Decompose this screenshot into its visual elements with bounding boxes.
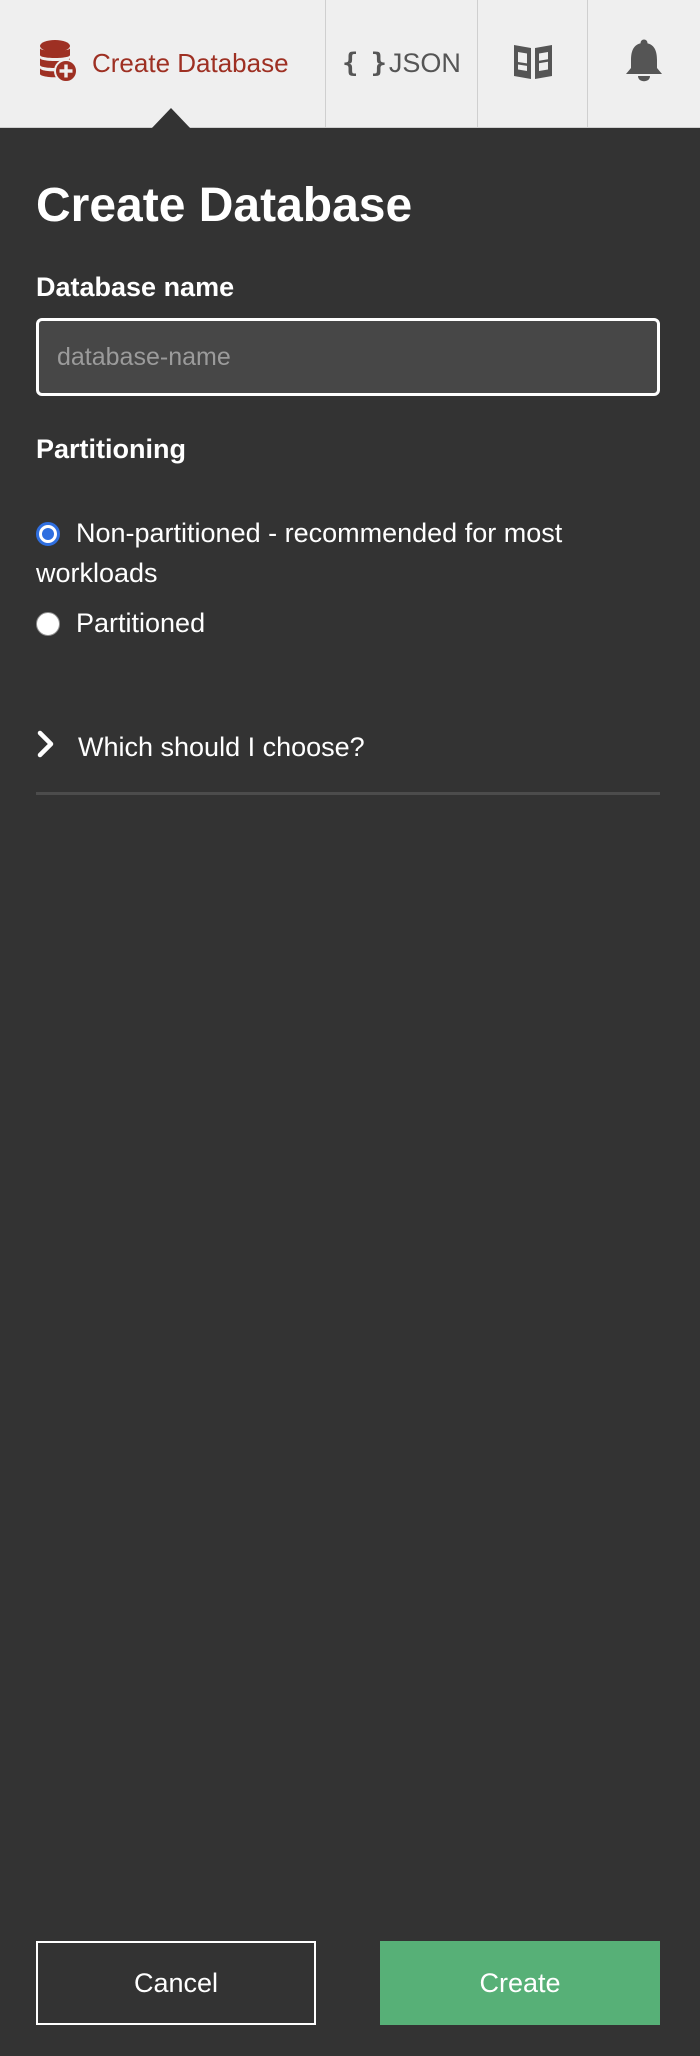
radio-button-selected[interactable]	[36, 522, 60, 546]
radio-option-partitioned[interactable]: Partitioned	[36, 603, 660, 643]
json-tab[interactable]: { } JSON	[325, 0, 477, 127]
braces-icon: { }	[342, 48, 387, 79]
chevron-right-icon	[36, 730, 56, 765]
open-book-icon	[512, 41, 554, 86]
radio-option-non-partitioned[interactable]: Non-partitioned - recommended for most w…	[36, 513, 660, 593]
json-tab-label: JSON	[388, 48, 461, 78]
radio-option-label: Non-partitioned - recommended for most w…	[36, 518, 563, 588]
notifications-button[interactable]	[587, 0, 700, 127]
which-should-i-choose-label: Which should I choose?	[78, 731, 365, 762]
radio-button[interactable]	[36, 612, 60, 636]
which-should-i-choose-toggle[interactable]: Which should I choose?	[36, 727, 660, 767]
database-name-input[interactable]	[36, 318, 660, 396]
toolbar: Create Database { } JSON	[0, 0, 700, 128]
partitioning-label: Partitioning	[36, 434, 186, 464]
create-database-tab-label: Create Database	[92, 48, 289, 78]
cancel-button[interactable]: Cancel	[36, 1941, 316, 2025]
database-name-label: Database name	[36, 272, 235, 302]
divider	[36, 792, 660, 795]
docs-button[interactable]	[477, 0, 587, 127]
radio-option-label: Partitioned	[76, 608, 206, 638]
bell-icon	[623, 38, 665, 89]
create-button[interactable]: Create	[380, 1941, 660, 2025]
database-plus-icon	[38, 39, 78, 88]
page-title: Create Database	[36, 179, 413, 232]
active-tab-caret	[151, 108, 191, 129]
